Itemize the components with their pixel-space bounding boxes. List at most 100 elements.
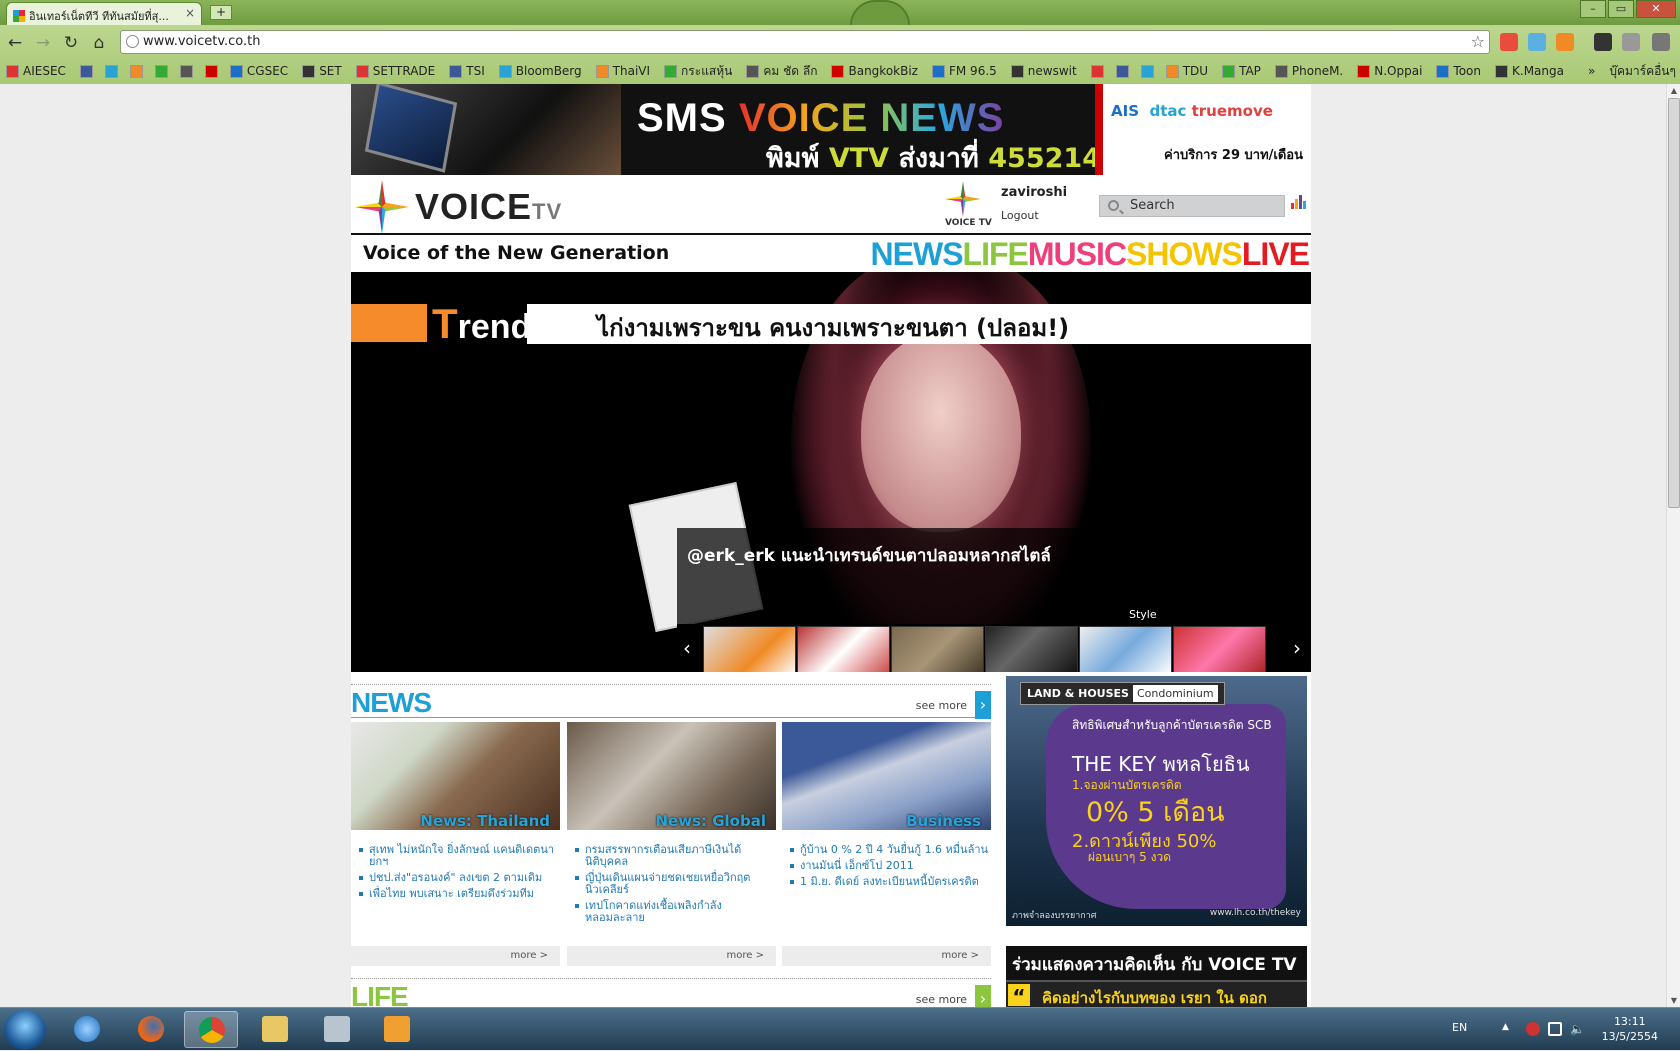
more-link[interactable]: more > [351, 946, 560, 966]
page-info-icon[interactable] [126, 35, 139, 48]
bookmark-item[interactable]: TDU [1165, 64, 1208, 78]
vertical-scrollbar[interactable]: ▲ ▼ [1666, 84, 1680, 1007]
news-column-label[interactable]: News: Global [656, 812, 767, 830]
extension-skype-icon[interactable] [1528, 33, 1546, 51]
other-bookmarks-folder[interactable]: บุ๊คมาร์คอื่นๆ [1609, 62, 1676, 81]
taskbar-firefox[interactable] [124, 1011, 178, 1048]
bookmark-item[interactable]: N.Oppai [1357, 64, 1422, 78]
news-item[interactable]: กรมสรรพากรเตือนเสียภาษีเงินได้นิติบุคคล [575, 844, 775, 868]
news-item[interactable]: สุเทพ ไม่หนักใจ ยิ่งลักษณ์ แคนดิเดตนายกฯ [359, 844, 559, 868]
scroll-up-icon[interactable]: ▲ [1667, 84, 1680, 97]
reload-icon[interactable]: ↻ [60, 32, 82, 54]
news-item[interactable]: เทปโกคาดแท่งเชื้อเพลิงกำลังหลอมละลาย [575, 900, 775, 924]
slide-thumbnail[interactable] [985, 626, 1078, 672]
hero-headline[interactable]: ไก่งามเพราะขน คนงามเพราะขนตา (ปลอม!) [527, 304, 1311, 344]
scrollbar-thumb[interactable] [1668, 98, 1680, 508]
more-link[interactable]: more > [782, 946, 991, 966]
life-chevron-right-icon[interactable]: › [975, 985, 991, 1007]
minimize-button[interactable]: – [1580, 0, 1606, 18]
extension-plus-icon[interactable] [1500, 33, 1518, 51]
bookmark-item[interactable] [1140, 64, 1158, 78]
bookmark-item[interactable]: K.Manga [1495, 64, 1564, 78]
news-chevron-right-icon[interactable]: › [975, 691, 991, 719]
forward-arrow-icon[interactable]: → [32, 32, 54, 54]
tab-close-icon[interactable]: × [185, 6, 195, 20]
news-item[interactable]: ญี่ปุ่นเดินแผนจ่ายชดเชยเหยื่อวิกฤตนิวเคล… [575, 872, 775, 896]
bookmark-item[interactable]: SET [302, 64, 342, 78]
taskbar-media-player[interactable] [370, 1011, 424, 1048]
bookmark-item[interactable] [179, 64, 197, 78]
news-item[interactable]: ปชป.ส่ง"อรอนงค์" ลงเขต 2 ตามเดิม [359, 872, 559, 884]
nav-news[interactable]: NEWS [871, 236, 964, 272]
username[interactable]: zaviroshi [1001, 185, 1067, 200]
address-bar[interactable]: www.voicetv.co.th ☆ [120, 30, 1490, 54]
more-link[interactable]: more > [567, 946, 776, 966]
bookmark-item[interactable]: BloomBerg [498, 64, 582, 78]
nav-life[interactable]: LIFE [963, 236, 1029, 272]
bookmark-item[interactable]: PhoneM. [1274, 64, 1343, 78]
news-item[interactable]: 1 มิ.ย. ดีเดย์ ลงทะเบียนหนี้บัตรเครดิต [790, 876, 990, 888]
bookmark-item[interactable] [204, 64, 222, 78]
logout-link[interactable]: Logout [1001, 209, 1039, 222]
bookmark-star-icon[interactable]: ☆ [1471, 32, 1485, 51]
scroll-down-icon[interactable]: ▼ [1667, 994, 1680, 1007]
taskbar-chrome[interactable] [184, 1011, 238, 1048]
volume-icon[interactable]: 🔈 [1570, 1022, 1585, 1036]
show-hidden-icons-icon[interactable]: ▲ [1502, 1022, 1516, 1036]
news-see-more-link[interactable]: see more [916, 699, 967, 712]
bookmark-item[interactable] [1115, 64, 1133, 78]
slide-thumbnail[interactable] [703, 626, 796, 672]
start-button[interactable] [4, 1010, 46, 1050]
next-slide-button[interactable]: › [1287, 634, 1307, 662]
bookmark-item[interactable] [104, 64, 122, 78]
slide-thumbnail[interactable] [891, 626, 984, 672]
life-see-more-link[interactable]: see more [916, 993, 967, 1006]
close-window-button[interactable]: ✕ [1636, 0, 1676, 18]
language-indicator[interactable]: EN [1452, 1021, 1467, 1034]
voicetv-logo[interactable]: VOICETV [355, 180, 562, 234]
bookmark-item[interactable]: กระแสหุ้น [664, 62, 732, 81]
slide-thumbnail[interactable] [797, 626, 890, 672]
nav-music[interactable]: MUSIC [1028, 236, 1127, 272]
bookmark-item[interactable]: คม ชัด ลึก [746, 62, 817, 81]
nav-live[interactable]: LIVE [1242, 236, 1310, 272]
search-input[interactable]: Search [1099, 195, 1285, 217]
bookmark-item[interactable]: TAP [1222, 64, 1261, 78]
browser-tab[interactable]: อินเทอร์เน็ตทีวี ทีทันสมัยที่สุ... × [6, 2, 202, 25]
taskbar-calculator[interactable] [310, 1011, 364, 1048]
hero-caption[interactable]: @erk_erk แนะนำเทรนด์ขนตาปลอมหลากสไตล์ [677, 528, 1311, 628]
bookmark-item[interactable]: SETTRADE [355, 64, 435, 78]
bookmark-item[interactable]: BangkokBiz [831, 64, 918, 78]
antivirus-icon[interactable] [1526, 1022, 1540, 1036]
news-column-label[interactable]: Business [906, 812, 981, 830]
news-column-label[interactable]: News: Thailand [420, 812, 550, 830]
bookmark-item[interactable] [129, 64, 147, 78]
bookmark-item[interactable]: newswit [1010, 64, 1077, 78]
land-houses-ad[interactable]: LAND & HOUSES Condominium สิทธิพิเศษสำหรั… [1006, 676, 1307, 926]
bookmark-item[interactable] [1090, 64, 1108, 78]
wrench-menu-icon[interactable] [1652, 33, 1670, 51]
bookmarks-overflow-button[interactable]: » [1588, 64, 1595, 78]
news-item[interactable]: เพื่อไทย พบเสนาะ เตรียมดึงร่วมทีม [359, 888, 559, 900]
slide-thumbnail[interactable] [1079, 626, 1172, 672]
extension-usb-icon[interactable] [1594, 33, 1612, 51]
equalizer-icon[interactable] [1291, 195, 1306, 209]
bookmark-item[interactable] [79, 64, 97, 78]
news-item[interactable]: กู้บ้าน 0 % 2 ปี 4 วันยื่นกู้ 1.6 หมื่นล… [790, 844, 990, 856]
comment-question[interactable]: “ คิดอย่างไรกับบทของ เรยา ใน ดอก [1006, 980, 1307, 1007]
taskbar-ie[interactable] [60, 1011, 114, 1048]
home-icon[interactable]: ⌂ [88, 32, 110, 54]
trend-hero-slider[interactable]: Trend ไก่งามเพราะขน คนงามเพราะขนตา (ปลอม… [351, 272, 1311, 672]
bookmark-item[interactable]: CGSEC [229, 64, 288, 78]
bookmark-item[interactable]: ThaiVI [595, 64, 650, 78]
clock[interactable]: 13:11 13/5/2554 [1602, 1014, 1658, 1044]
page-menu-icon[interactable] [1622, 33, 1640, 51]
news-item[interactable]: งานมันนี่ เอ็กซ์โป 2011 [790, 860, 990, 872]
bookmark-item[interactable]: AIESEC [6, 64, 66, 78]
back-arrow-icon[interactable]: ← [4, 32, 26, 54]
bookmark-item[interactable] [154, 64, 172, 78]
new-tab-button[interactable]: + [210, 5, 232, 20]
sms-voice-news-banner-ad[interactable]: SMS VOICE NEWS พิมพ์ VTV ส่งมาที่ 455214… [351, 84, 1311, 175]
bookmark-item[interactable]: TSI [449, 64, 485, 78]
bookmark-item[interactable]: FM 96.5 [931, 64, 997, 78]
